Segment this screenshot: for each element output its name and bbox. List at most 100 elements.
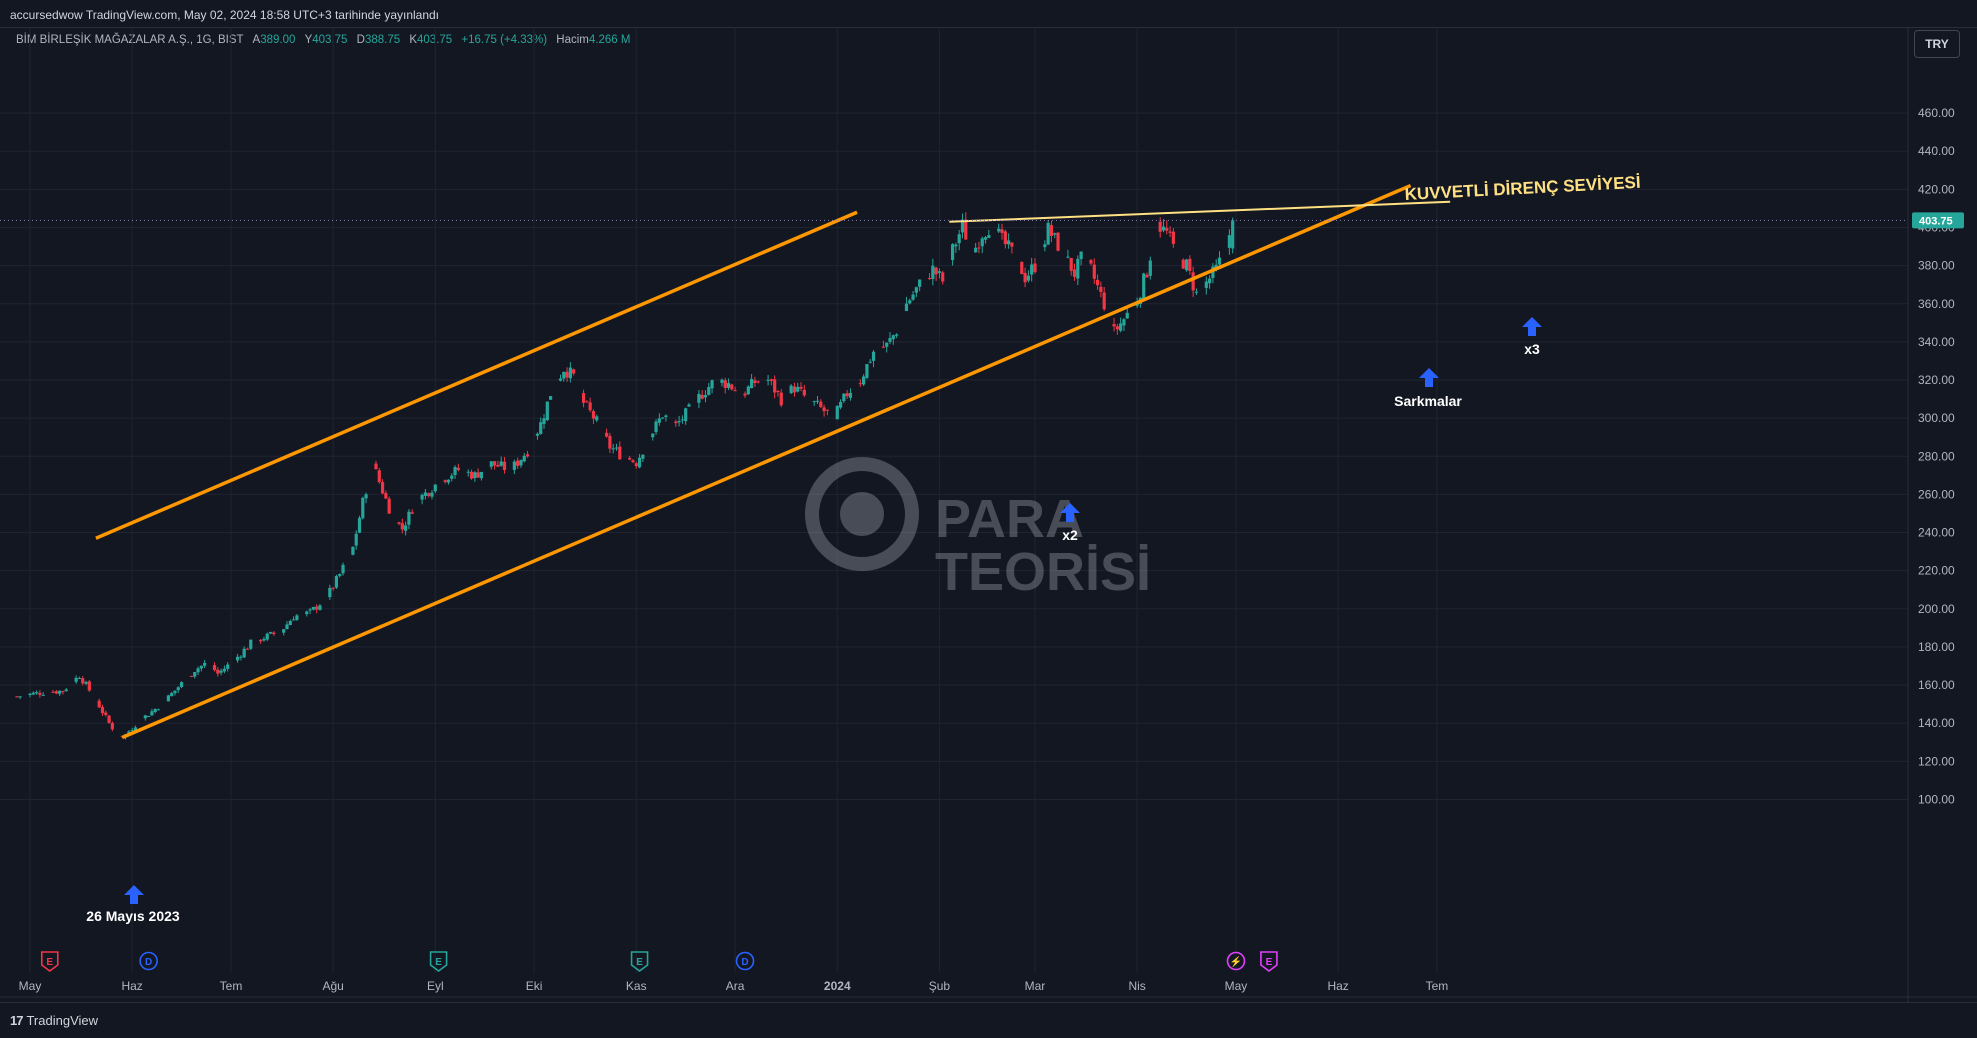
candle-body [153, 709, 157, 713]
candle-body [374, 463, 378, 470]
candle-body [697, 393, 701, 403]
candle-body [1184, 259, 1189, 271]
candle-down [331, 587, 335, 591]
candle-up [288, 619, 292, 626]
candle-body [216, 669, 220, 674]
candle-down [107, 714, 111, 724]
event-marker-icon[interactable]: E [630, 951, 649, 972]
candle-down [964, 212, 968, 240]
time-tick-label: May [19, 979, 42, 993]
event-marker-letter: E [1266, 957, 1273, 968]
candle-up [746, 385, 750, 396]
event-marker-icon[interactable]: E [1260, 951, 1278, 972]
candle-body [954, 244, 958, 247]
candle-body [466, 471, 470, 473]
publish-line: accursedwow TradingView.com, May 02, 202… [10, 8, 440, 22]
candle-up [891, 334, 895, 345]
candle-body [641, 454, 645, 459]
candle-up [334, 574, 339, 590]
candle-body [941, 272, 945, 282]
candle-up [34, 690, 39, 695]
candle-down [1000, 223, 1004, 240]
candle-up [361, 496, 365, 520]
candle-body [173, 690, 177, 694]
candle-body [1069, 257, 1073, 271]
candle-body [753, 380, 757, 384]
candle-down [502, 457, 507, 474]
candle-down [776, 389, 780, 397]
candle-up [1125, 308, 1129, 319]
candle-body [871, 351, 876, 361]
candle-up [651, 433, 655, 441]
candle-up [1194, 288, 1199, 296]
candle-down [618, 441, 622, 460]
candle-up [1204, 276, 1208, 295]
price-tick-label: 380.00 [1918, 259, 1955, 273]
time-tick-label: Ağu [322, 979, 343, 993]
candle-down [245, 647, 250, 650]
candle-body [964, 219, 968, 240]
candle-up [450, 473, 454, 482]
candle-down [819, 399, 823, 409]
candle-body [1119, 323, 1123, 331]
candle-body [268, 632, 273, 634]
candle-body [835, 405, 839, 420]
candle-body [265, 633, 269, 640]
candle-up [539, 417, 543, 435]
candle-body [1122, 319, 1126, 326]
tradingview-logo[interactable]: 17 TradingView [10, 1013, 98, 1028]
candle-up [914, 286, 918, 298]
candle-down [54, 689, 58, 695]
candle-body [1046, 222, 1050, 245]
candle-body [519, 459, 523, 466]
event-marker-icon[interactable]: D [735, 951, 755, 971]
candle-down [380, 479, 385, 495]
candle-body [1165, 227, 1169, 231]
candle-up [1148, 256, 1152, 280]
event-marker-icon[interactable]: D [139, 951, 158, 971]
candle-body [611, 448, 615, 450]
candle-body [815, 400, 820, 402]
candle-body [848, 392, 853, 398]
candle-down [61, 690, 65, 695]
candle-body [581, 393, 586, 403]
candle-down [400, 518, 404, 534]
candle-up [680, 415, 685, 424]
candle-body [305, 611, 309, 615]
candle-body [914, 287, 918, 293]
event-marker-icon[interactable]: E [40, 951, 59, 972]
candle-body [1099, 286, 1103, 292]
candle-up [1161, 219, 1166, 233]
candle-up [239, 655, 243, 661]
candle-body [769, 379, 773, 381]
price-tick-label: 280.00 [1918, 449, 1955, 463]
touch3-label: x3 [1524, 341, 1540, 357]
candle-up [453, 465, 457, 479]
candle-body [1112, 324, 1116, 327]
candle-body [453, 467, 457, 476]
candle-up [292, 616, 296, 621]
candle-body [789, 385, 793, 394]
candle-body [397, 522, 401, 524]
candle-down [591, 409, 596, 424]
time-tick-label: 2024 [824, 979, 851, 993]
time-tick-label: Haz [1327, 979, 1348, 993]
price-chart[interactable]: PARATEORİSİKUVVETLİ DİRENÇ SEVİYESİ26 Ma… [0, 27, 1977, 1002]
candle-up [568, 362, 572, 383]
resistance-label: KUVVETLİ DİRENÇ SEVİYESİ [1404, 173, 1641, 204]
candle-body [700, 394, 704, 399]
candle-body [684, 408, 688, 422]
candle-down [1115, 323, 1119, 335]
candle-up [28, 692, 32, 698]
candle-down [427, 492, 431, 498]
price-tick-label: 180.00 [1918, 640, 1955, 654]
candle-body [334, 576, 339, 588]
candle-body [674, 421, 678, 424]
time-tick-label: Nis [1128, 979, 1145, 993]
candle-body [1066, 256, 1070, 258]
candle-up [697, 389, 701, 409]
event-marker-icon[interactable]: E [429, 951, 448, 972]
candle-body [802, 389, 806, 396]
candle-down [1089, 259, 1093, 266]
candle-body [156, 709, 161, 711]
